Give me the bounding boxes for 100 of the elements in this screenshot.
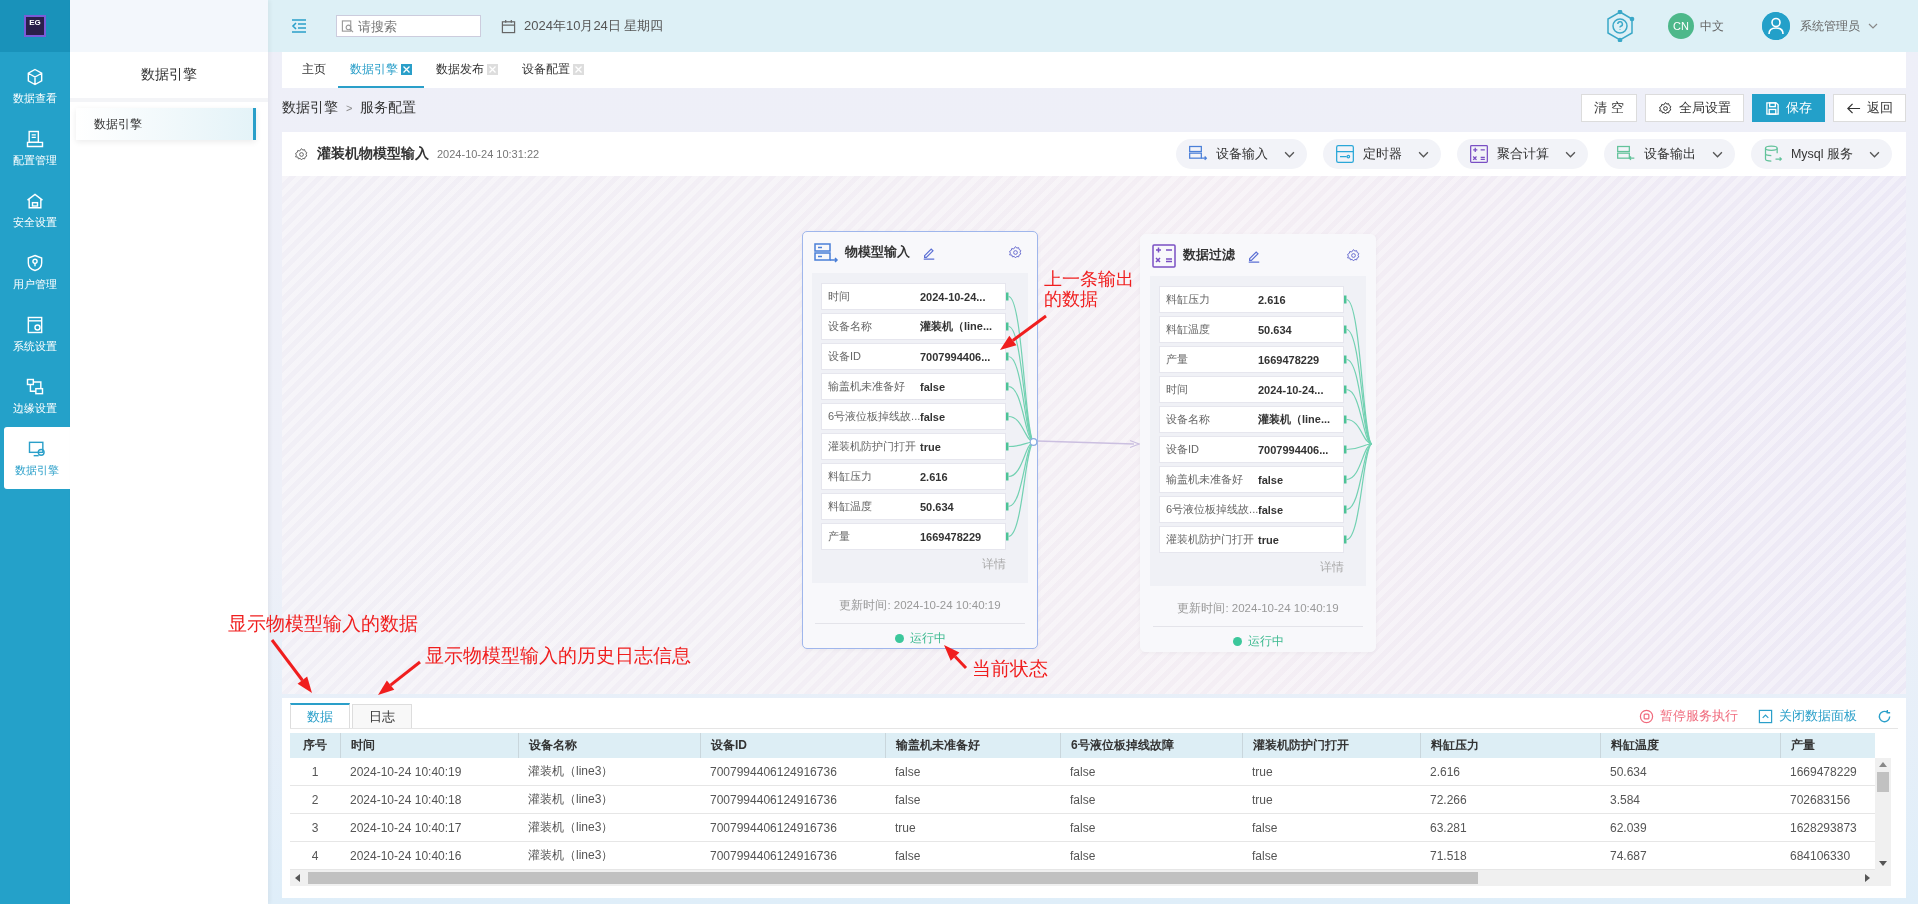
shield-icon	[25, 252, 45, 273]
tab[interactable]: 数据引擎	[338, 52, 424, 88]
column-header: 灌装机防护门打开	[1253, 737, 1349, 754]
field-value: false	[920, 410, 946, 423]
table-cell: 2	[311, 792, 319, 807]
field-label: 料缸温度	[1166, 322, 1211, 337]
nav-item[interactable]: 数据查看	[0, 55, 70, 117]
table-cell: 3.584	[1610, 792, 1641, 807]
annotation-text: 显示物模型输入的历史日志信息	[425, 646, 691, 667]
table-cell: 灌装机（line3）	[528, 847, 614, 864]
field-label: 输盖机未准备好	[1166, 472, 1244, 487]
column-header: 6号液位板掉线故障	[1071, 737, 1174, 754]
pencil-icon[interactable]	[922, 245, 936, 260]
help-icon[interactable]	[1604, 10, 1636, 42]
save-icon	[1765, 100, 1780, 116]
field-value: 1669478229	[1258, 353, 1320, 366]
table-cell: false	[895, 792, 921, 807]
table-cell: 7007994406124916736	[710, 764, 837, 779]
field-label: 灌装机防护门打开	[1166, 532, 1255, 547]
table-cell: 684106330	[1790, 848, 1851, 863]
annotation-arrow	[944, 645, 968, 670]
nav-item[interactable]: 系统设置	[0, 303, 70, 365]
flow-node[interactable]: 数据过滤 料缸压力 2.616 料缸温度 50.634 产量 1669478229 时间 2024-10-24... 设备名称 灌装机（line... 设备ID 7007994406... 输盖机未准备好 false 6号液位板掉线故...false 灌装机防护门打开 true 详情 更新时间: 2024-10-24 10:40:19 运行中	[1140, 234, 1376, 652]
field-value: 2024-10-24...	[920, 290, 986, 303]
table-cell: 1628293873	[1790, 820, 1857, 835]
menu-icon[interactable]	[290, 17, 308, 35]
table-cell: 2.616	[1430, 764, 1461, 779]
toolbar-button[interactable]: 全局设置	[1645, 94, 1744, 122]
field-label: 设备名称	[828, 319, 873, 334]
breadcrumb-current: 服务配置	[360, 99, 417, 117]
nav-item[interactable]: 用户管理	[0, 241, 70, 303]
field-label: 设备ID	[1166, 442, 1200, 457]
field-value: 灌装机（line...	[1258, 412, 1331, 427]
toolbar-button[interactable]: 清 空	[1581, 94, 1637, 122]
stop-circle-icon	[1639, 708, 1654, 724]
column-header: 产量	[1791, 737, 1815, 754]
component-dropdown[interactable]: 设备输入	[1175, 139, 1307, 169]
table-cell: 7007994406124916736	[710, 792, 837, 807]
annotation-text: 显示物模型输入的数据	[228, 614, 418, 635]
column-header: 料缸温度	[1611, 737, 1659, 754]
field-label: 灌装机防护门打开	[828, 439, 917, 454]
cube-icon	[25, 66, 45, 87]
field-label: 产量	[828, 529, 851, 544]
user-name[interactable]: 系统管理员	[1800, 17, 1860, 35]
field-value: true	[920, 440, 941, 453]
settings-icon	[1658, 100, 1673, 116]
field-value: true	[1258, 533, 1279, 546]
close-icon[interactable]	[401, 63, 412, 75]
panel-tab[interactable]: 日志	[352, 704, 412, 728]
field-value: false	[1258, 503, 1284, 516]
horizontal-scrollbar[interactable]	[290, 870, 1891, 886]
status-dot	[894, 633, 904, 643]
field-label: 料缸压力	[1166, 292, 1211, 307]
flow-timestamp: 2024-10-24 10:31:22	[437, 148, 540, 160]
update-time: 更新时间: 2024-10-24 10:40:19	[1177, 601, 1339, 616]
settings-icon[interactable]	[1008, 245, 1023, 260]
field-label: 6号液位板掉线故...	[1166, 502, 1258, 517]
tab[interactable]: 数据发布	[424, 52, 510, 88]
caret-icon[interactable]	[1868, 21, 1878, 31]
nav-item[interactable]: 安全设置	[0, 179, 70, 241]
search-icon	[341, 20, 354, 33]
field-value: 7007994406...	[1258, 443, 1329, 456]
component-dropdown[interactable]: 定时器	[1322, 139, 1441, 169]
table-cell: false	[1070, 764, 1096, 779]
settings-icon[interactable]	[294, 146, 309, 162]
table-cell: 灌装机（line3）	[528, 763, 614, 780]
breadcrumb-link[interactable]: 数据引擎	[282, 99, 338, 117]
date-text: 2024年10月24日 星期四	[524, 17, 664, 35]
field-value: 2.616	[920, 470, 948, 483]
sidebar-item[interactable]: 数据引擎	[76, 108, 256, 140]
panel-tab[interactable]: 数据	[290, 703, 350, 728]
component-dropdown[interactable]: 聚合计算	[1456, 139, 1588, 169]
field-label: 料缸温度	[828, 499, 873, 514]
language-label[interactable]: 中文	[1700, 17, 1724, 35]
field-label: 料缸压力	[828, 469, 873, 484]
pause-service-link[interactable]: 暂停服务执行	[1639, 707, 1738, 725]
settings-icon[interactable]	[1346, 248, 1361, 263]
tab[interactable]: 主页	[290, 52, 338, 88]
pencil-icon[interactable]	[1247, 248, 1261, 263]
nav-item[interactable]: 边缘设置	[0, 365, 70, 427]
table-cell: 71.518	[1430, 848, 1467, 863]
server-arrow-icon	[813, 240, 839, 265]
field-label: 时间	[828, 289, 851, 304]
nav-item[interactable]: 配置管理	[0, 117, 70, 179]
refresh-icon[interactable]	[1877, 708, 1892, 724]
nav-item[interactable]: 数据引擎	[4, 427, 70, 489]
toolbar-button[interactable]: 保存	[1752, 94, 1825, 122]
toolbar-button[interactable]: 返回	[1833, 94, 1906, 122]
vertical-scrollbar[interactable]	[1875, 758, 1891, 870]
close-panel-link[interactable]: 关闭数据面板	[1758, 707, 1857, 725]
user-avatar-icon[interactable]	[1762, 12, 1790, 40]
component-dropdown[interactable]: Mysql 服务	[1750, 139, 1892, 169]
search-field[interactable]: 请搜索	[336, 15, 481, 37]
annotation-arrow	[270, 639, 312, 693]
node-title: 物模型输入	[845, 244, 910, 261]
flow-node[interactable]: 物模型输入 时间 2024-10-24... 设备名称 灌装机（line... 设备ID 7007994406... 输盖机未准备好 false 6号液位板掉线故...false 灌装机防护门打开 true 料缸压力 2.616 料缸温度 50.634 产量 1669478229 详情 更新时间: 2024-10-24 10:40:19 运行中	[802, 231, 1038, 649]
calculator-icon	[1151, 243, 1177, 268]
component-dropdown[interactable]: 设备输出	[1603, 139, 1735, 169]
tab[interactable]: 设备配置	[510, 52, 596, 88]
table-cell: 2024-10-24 10:40:17	[350, 820, 462, 835]
